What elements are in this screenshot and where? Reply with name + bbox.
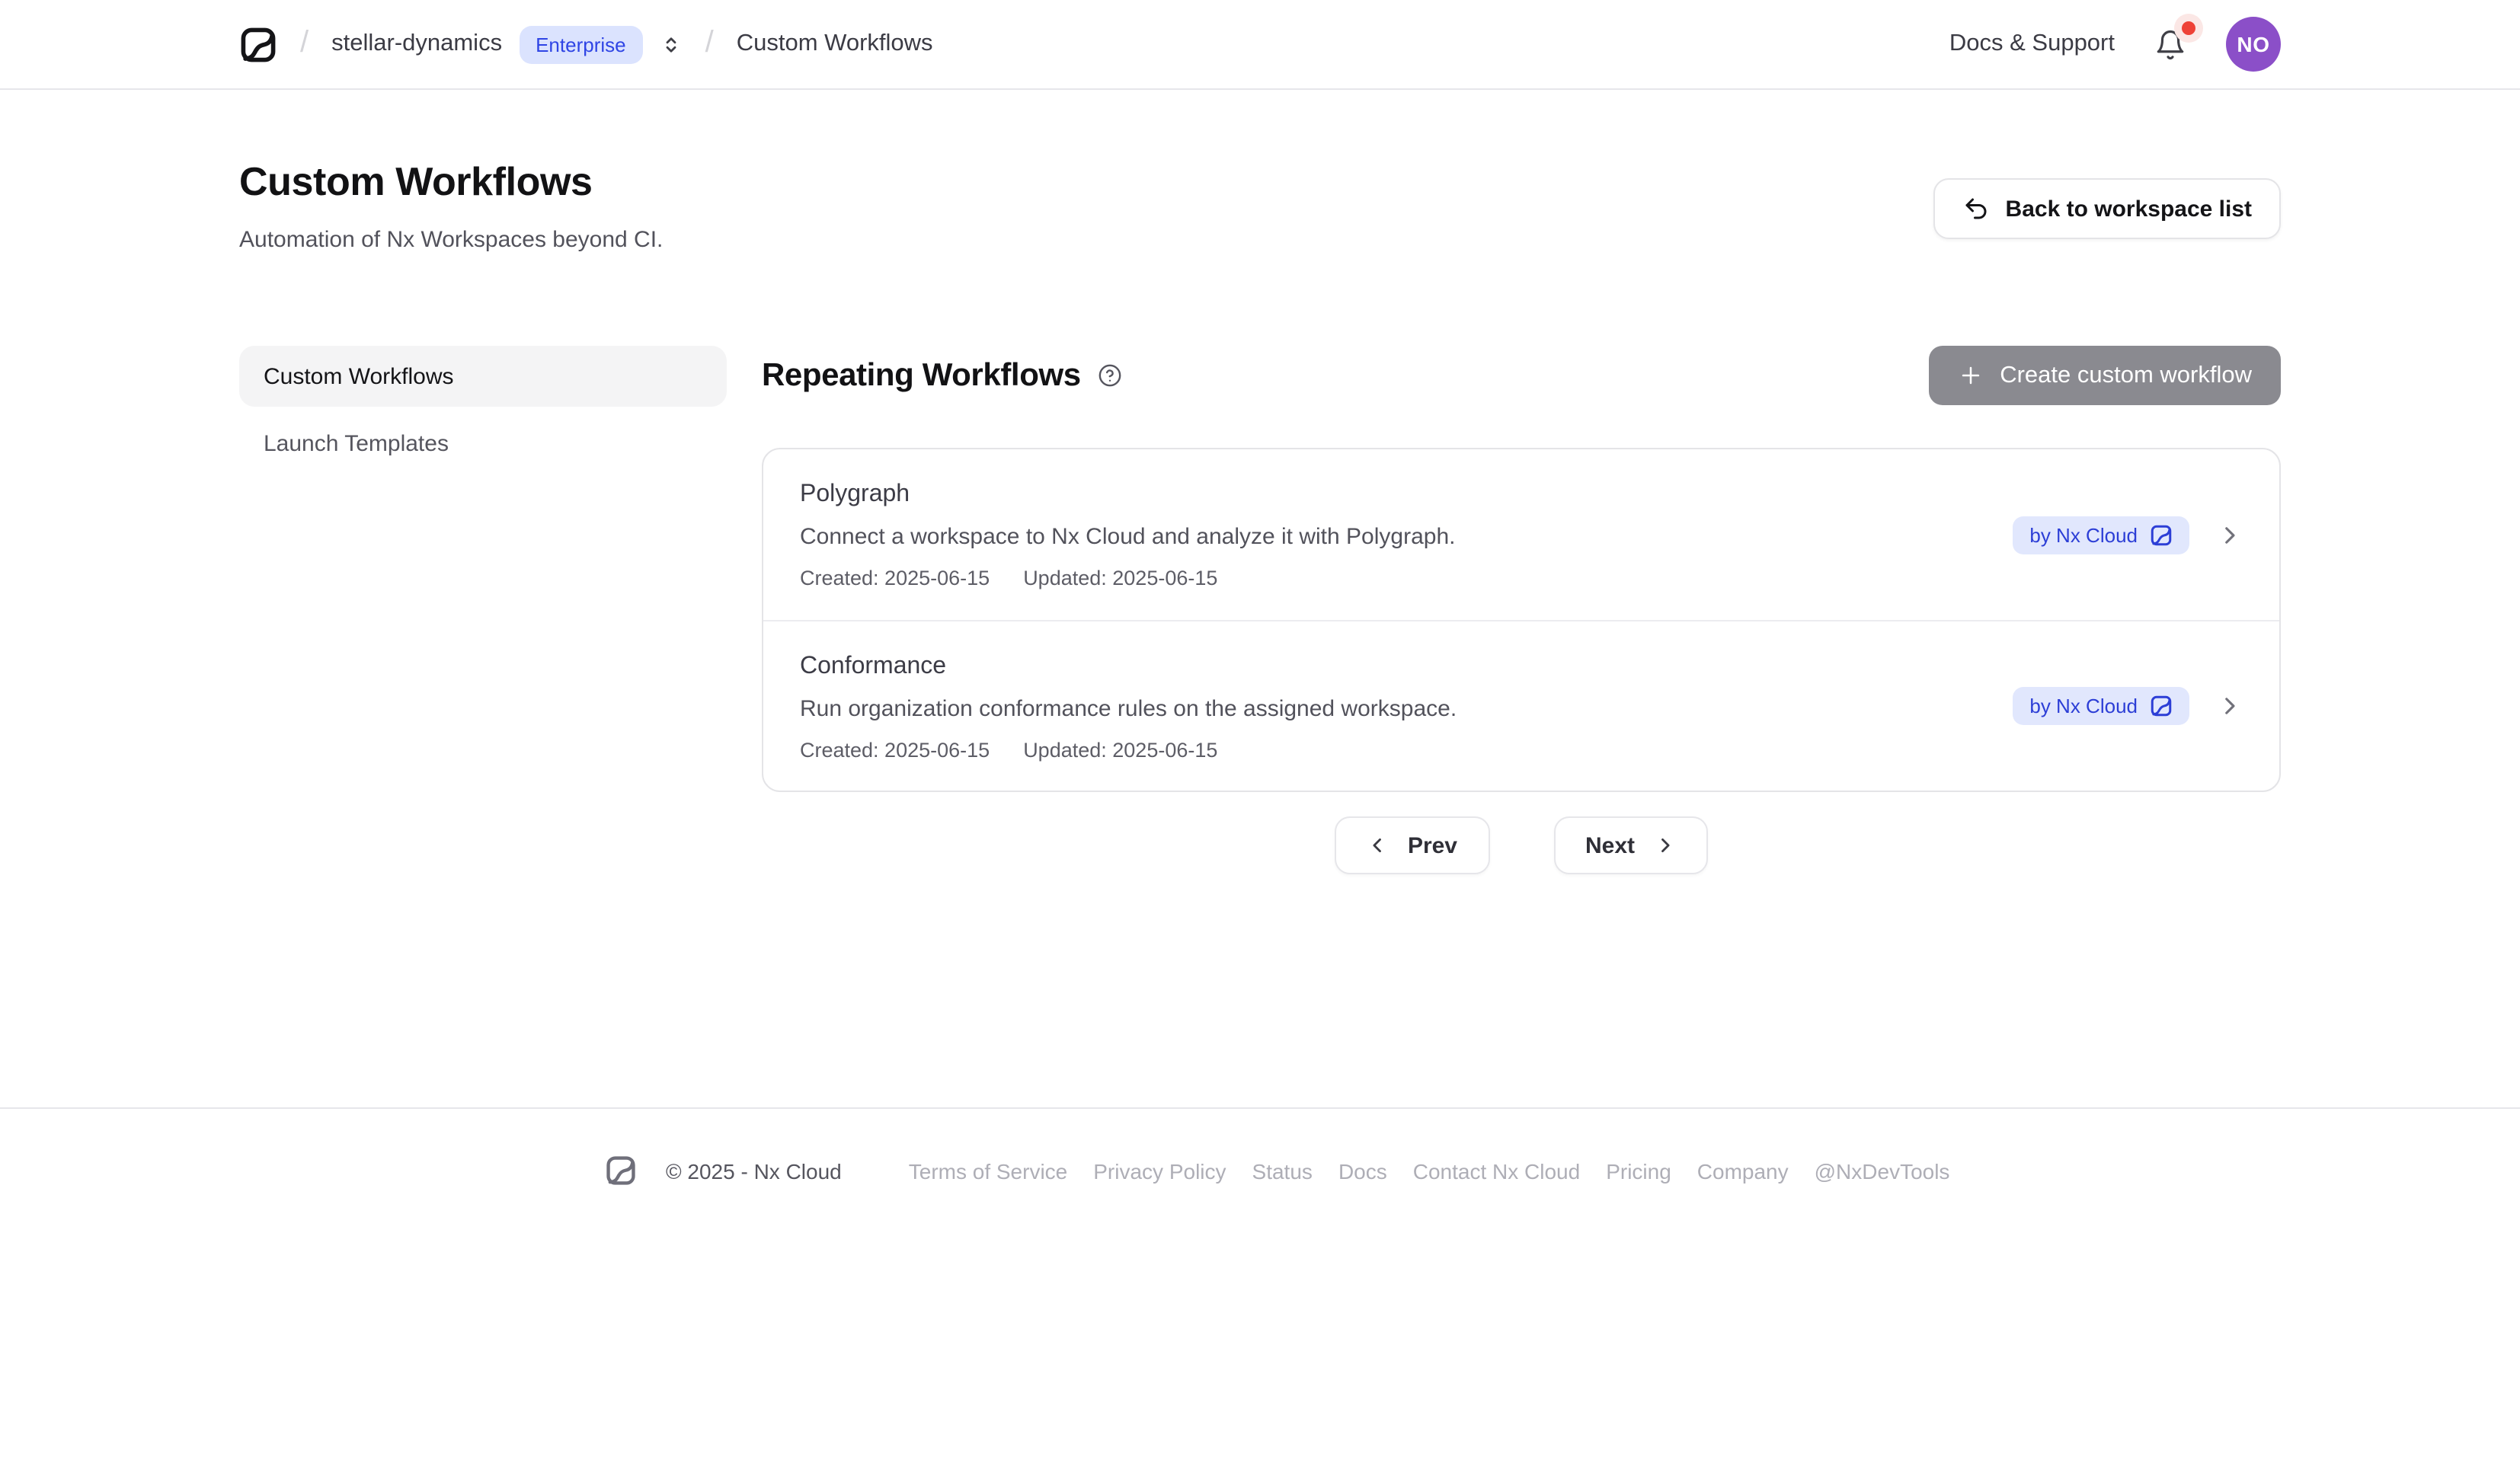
chevron-right-icon [1655, 835, 1676, 856]
back-button-label: Back to workspace list [2006, 196, 2252, 222]
plus-icon [1957, 363, 1983, 388]
workflow-name: Polygraph [800, 477, 1455, 513]
notification-dot [2182, 21, 2195, 34]
footer-links: Terms of Service Privacy Policy Status D… [909, 1158, 1950, 1183]
section-title: Repeating Workflows [762, 357, 1081, 394]
page: / stellar-dynamics Enterprise / Custom W… [0, 0, 2520, 1479]
create-custom-workflow-button[interactable]: Create custom workflow [1928, 346, 2281, 405]
page-title: Custom Workflows [239, 157, 663, 206]
undo-arrow-icon [1963, 195, 1991, 222]
prev-label: Prev [1408, 832, 1457, 858]
nx-logo-icon[interactable] [239, 25, 277, 63]
by-nx-cloud-badge[interactable]: by Nx Cloud [2013, 516, 2189, 554]
footer-link-pricing[interactable]: Pricing [1606, 1158, 1671, 1183]
docs-support-link[interactable]: Docs & Support [1949, 30, 2115, 58]
copyright-text: © 2025 - Nx Cloud [666, 1158, 842, 1183]
workflow-row-right: by Nx Cloud [2013, 516, 2243, 554]
nx-mini-logo-icon [2150, 695, 2173, 717]
workflow-name: Conformance [800, 648, 1457, 685]
chevron-right-icon [2217, 522, 2243, 548]
badge-label: by Nx Cloud [2029, 523, 2138, 546]
user-avatar[interactable]: NO [2226, 17, 2281, 72]
notifications-button[interactable] [2151, 25, 2189, 63]
workflow-info: Conformance Run organization conformance… [800, 648, 1457, 764]
prev-button[interactable]: Prev [1335, 816, 1489, 874]
workflow-description: Connect a workspace to Nx Cloud and anal… [800, 519, 1455, 556]
workspace-switcher[interactable]: stellar-dynamics Enterprise [331, 25, 682, 63]
by-nx-cloud-badge[interactable]: by Nx Cloud [2013, 687, 2189, 725]
workflow-updated: Updated: 2025-06-15 [1023, 565, 1217, 593]
workspace-name: stellar-dynamics [331, 30, 502, 58]
footer-link-company[interactable]: Company [1697, 1158, 1789, 1183]
next-label: Next [1585, 832, 1635, 858]
footer-link-docs[interactable]: Docs [1338, 1158, 1387, 1183]
sidebar-item-custom-workflows[interactable]: Custom Workflows [239, 346, 727, 407]
chevron-left-icon [1367, 835, 1388, 856]
workflow-updated: Updated: 2025-06-15 [1023, 736, 1217, 764]
back-to-workspace-list-button[interactable]: Back to workspace list [1934, 178, 2281, 239]
workflows-panel: Repeating Workflows [762, 346, 2281, 874]
sidebar-item-launch-templates[interactable]: Launch Templates [239, 413, 727, 474]
nx-mini-logo-icon [2150, 523, 2173, 546]
workflow-list: Polygraph Connect a workspace to Nx Clou… [762, 448, 2281, 792]
breadcrumb-current-page: Custom Workflows [737, 30, 933, 58]
create-button-label: Create custom workflow [2000, 362, 2252, 389]
breadcrumb-separator: / [705, 25, 714, 60]
badge-label: by Nx Cloud [2029, 695, 2138, 717]
workflow-created: Created: 2025-06-15 [800, 565, 990, 593]
workflow-row-conformance[interactable]: Conformance Run organization conformance… [763, 620, 2279, 791]
nx-footer-logo-icon [605, 1155, 637, 1187]
workflow-description: Run organization conformance rules on th… [800, 691, 1457, 727]
main-content: Custom Workflows Automation of Nx Worksp… [0, 90, 2520, 1107]
footer-link-status[interactable]: Status [1252, 1158, 1313, 1183]
top-nav-bar: / stellar-dynamics Enterprise / Custom W… [0, 0, 2520, 90]
footer-link-contact-nx-cloud[interactable]: Contact Nx Cloud [1413, 1158, 1580, 1183]
workflow-row-polygraph[interactable]: Polygraph Connect a workspace to Nx Clou… [763, 449, 2279, 620]
footer-link-terms-of-service[interactable]: Terms of Service [909, 1158, 1068, 1183]
page-title-block: Custom Workflows Automation of Nx Worksp… [239, 157, 663, 257]
footer-link-nxdevtools[interactable]: @NxDevTools [1815, 1158, 1950, 1183]
topbar-right: Docs & Support NO [1949, 17, 2281, 72]
page-subtitle: Automation of Nx Workspaces beyond CI. [239, 224, 663, 257]
chevron-right-icon [2217, 693, 2243, 719]
plan-badge: Enterprise [519, 25, 643, 63]
footer: © 2025 - Nx Cloud Terms of Service Priva… [0, 1107, 2520, 1479]
pagination: Prev Next [762, 816, 2281, 874]
breadcrumb: / stellar-dynamics Enterprise / Custom W… [239, 25, 933, 63]
breadcrumb-separator: / [300, 25, 309, 60]
chevrons-up-down-icon [660, 33, 683, 56]
footer-link-privacy-policy[interactable]: Privacy Policy [1093, 1158, 1226, 1183]
workflow-info: Polygraph Connect a workspace to Nx Clou… [800, 477, 1455, 593]
workflow-row-right: by Nx Cloud [2013, 687, 2243, 725]
workflow-created: Created: 2025-06-15 [800, 736, 990, 764]
workflow-dates: Created: 2025-06-15 Updated: 2025-06-15 [800, 736, 1457, 764]
bell-icon [2154, 28, 2186, 60]
settings-sidebar: Custom Workflows Launch Templates [239, 346, 727, 474]
next-button[interactable]: Next [1553, 816, 1708, 874]
help-icon[interactable] [1098, 363, 1124, 388]
workflow-dates: Created: 2025-06-15 Updated: 2025-06-15 [800, 565, 1455, 593]
